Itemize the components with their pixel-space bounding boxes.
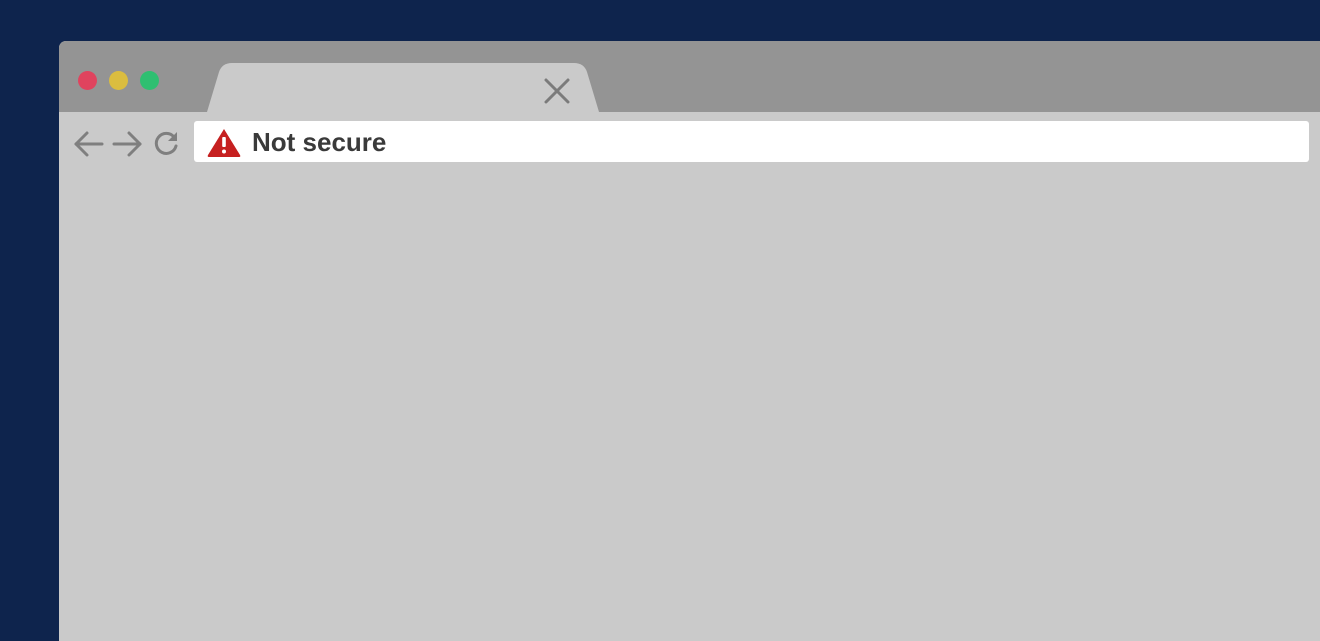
browser-tab[interactable] (207, 63, 599, 112)
window-close-button[interactable] (78, 71, 97, 90)
warning-triangle-icon[interactable] (206, 127, 242, 157)
security-status-label[interactable]: Not secure (252, 127, 386, 157)
tab-background (207, 63, 599, 112)
window-minimize-button[interactable] (109, 71, 128, 90)
address-bar[interactable]: Not secure (194, 121, 1309, 162)
title-bar (59, 41, 1320, 112)
window-maximize-button[interactable] (140, 71, 159, 90)
arrow-right-icon[interactable] (111, 129, 143, 159)
arrow-left-icon[interactable] (73, 129, 105, 159)
browser-window: Not secure (59, 41, 1320, 641)
reload-icon[interactable] (150, 129, 182, 159)
page-content-area (59, 162, 1320, 641)
close-icon[interactable] (544, 78, 570, 104)
